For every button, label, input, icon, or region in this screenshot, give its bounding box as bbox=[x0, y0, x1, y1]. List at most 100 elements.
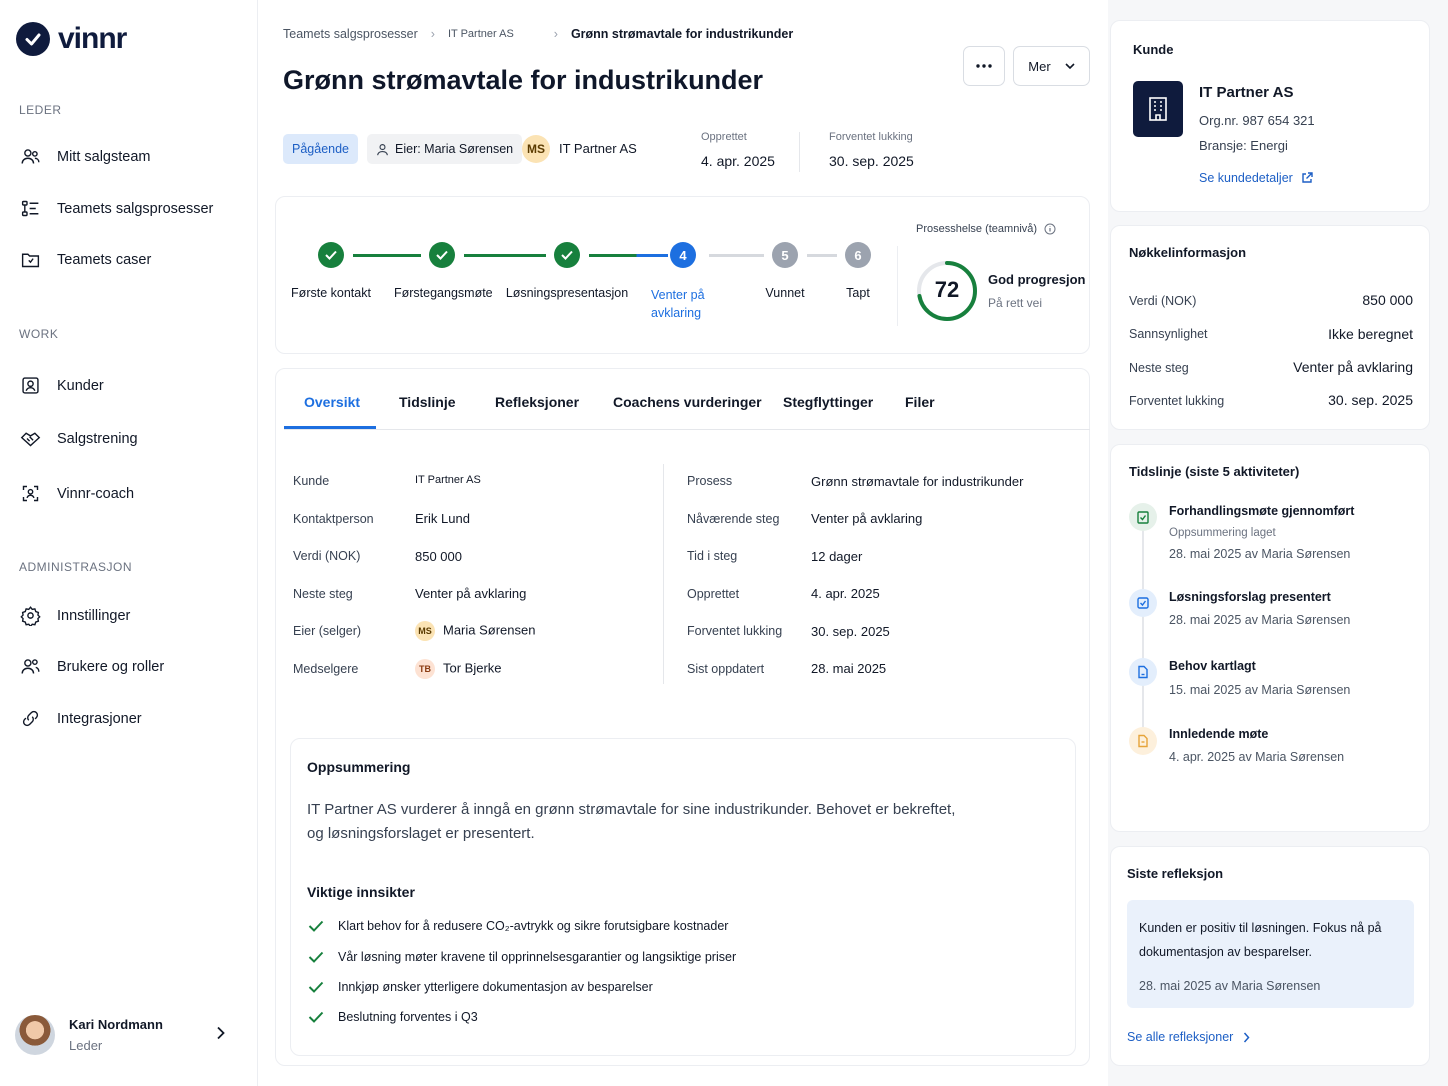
step-6[interactable]: 6 bbox=[845, 242, 871, 268]
chevron-right-icon bbox=[1244, 1032, 1250, 1042]
check-icon bbox=[308, 1011, 324, 1023]
document-icon bbox=[1129, 658, 1157, 686]
health-header: Prosesshelse (teamnivå) bbox=[916, 223, 1056, 235]
sidebar-item-salgstrening[interactable]: Salgstrening bbox=[20, 428, 138, 449]
tab-divider bbox=[284, 429, 1090, 430]
customer-card: Kunde IT Partner AS Org.nr. 987 654 321 … bbox=[1110, 20, 1430, 212]
customer-name[interactable]: IT Partner AS bbox=[559, 141, 637, 156]
health-subtitle: På rett vei bbox=[988, 296, 1043, 310]
coseller-value: TB Tor Bjerke bbox=[415, 659, 502, 679]
all-reflections-link[interactable]: Se alle refleksjoner bbox=[1127, 1030, 1250, 1044]
step-2-done[interactable] bbox=[429, 242, 455, 268]
tab-filer[interactable]: Filer bbox=[905, 394, 935, 410]
insights-title: Viktige innsikter bbox=[307, 884, 415, 900]
kv-value: 850 000 bbox=[415, 549, 462, 564]
folder-icon bbox=[21, 253, 40, 268]
health-title: God progresjon bbox=[988, 272, 1086, 287]
kv-label: Verdi (NOK) bbox=[1129, 294, 1197, 308]
user-role: Leder bbox=[69, 1038, 103, 1053]
sidebar-item-label: Teamets salgsprosesser bbox=[57, 200, 214, 217]
sidebar-item-brukere-og-roller[interactable]: Brukere og roller bbox=[20, 656, 164, 677]
timeline-item-title: Forhandlingsmøte gjennomført bbox=[1169, 504, 1355, 518]
kv-label: Forventet lukking bbox=[1129, 394, 1225, 408]
kv-label: Sannsynlighet bbox=[1129, 327, 1208, 341]
created-label: Opprettet bbox=[701, 131, 747, 143]
breadcrumb-item[interactable]: Teamets salgsprosesser bbox=[283, 27, 418, 41]
link-icon bbox=[22, 710, 39, 727]
step-5[interactable]: 5 bbox=[772, 242, 798, 268]
kv-value: 4. apr. 2025 bbox=[811, 586, 880, 601]
mer-dropdown-button[interactable]: Mer bbox=[1013, 46, 1090, 86]
tab-tidslinje[interactable]: Tidslinje bbox=[399, 394, 456, 410]
chevron-right-icon: › bbox=[553, 27, 558, 41]
kv-value: Venter på avklaring bbox=[811, 511, 923, 526]
kv-label: Kunde bbox=[293, 474, 330, 488]
health-score: 72 bbox=[934, 277, 960, 302]
breadcrumb-current: Grønn strømavtale for industrikunder bbox=[570, 27, 794, 41]
sidebar-item-teamets-caser[interactable]: Teamets caser bbox=[20, 249, 151, 270]
owner-chip[interactable]: Eier: Maria Sørensen bbox=[367, 134, 523, 164]
kv-value: 850 000 bbox=[1362, 292, 1413, 308]
brand-name: vinnr bbox=[58, 22, 127, 55]
step-label: Løsningspresentasjon bbox=[505, 286, 629, 300]
sidebar-item-teamets-salgsprosesser[interactable]: Teamets salgsprosesser bbox=[20, 198, 213, 219]
check-icon bbox=[308, 951, 324, 963]
insight-item: Innkjøp ønsker ytterligere dokumentasjon… bbox=[308, 980, 653, 994]
section-title-leder: LEDER bbox=[19, 103, 62, 117]
kv-value: 12 dager bbox=[811, 549, 863, 564]
right-panel: Kunde IT Partner AS Org.nr. 987 654 321 … bbox=[1108, 0, 1448, 1086]
sidebar-item-label: Kunder bbox=[57, 377, 104, 394]
summary-text-line2: og løsningsforslaget er presentert. bbox=[307, 825, 535, 842]
more-options-button[interactable] bbox=[963, 46, 1005, 86]
step-label: Tapt bbox=[846, 286, 870, 300]
kv-value: 28. mai 2025 bbox=[811, 661, 887, 676]
sidebar-item-vinnr-coach[interactable]: Vinnr-coach bbox=[20, 483, 134, 504]
customer-details-link[interactable]: Se kundedetaljer bbox=[1199, 171, 1313, 185]
sidebar-item-label: Brukere og roller bbox=[57, 658, 165, 675]
kv-label: Prosess bbox=[687, 474, 733, 488]
owner-value: MS Maria Sørensen bbox=[415, 621, 535, 641]
timeline-rail bbox=[1142, 530, 1144, 750]
kv-label: Tid i steg bbox=[687, 549, 738, 563]
sidebar-item-innstillinger[interactable]: Innstillinger bbox=[20, 605, 130, 626]
breadcrumb-item[interactable]: IT Partner AS bbox=[448, 28, 514, 40]
step-connector bbox=[709, 254, 764, 257]
current-user[interactable]: Kari Nordmann Leder bbox=[15, 1012, 235, 1058]
step-label: Første kontakt bbox=[291, 286, 371, 300]
step-3-done[interactable] bbox=[554, 242, 580, 268]
check-icon bbox=[308, 981, 324, 993]
users-icon bbox=[21, 149, 40, 164]
user-name: Kari Nordmann bbox=[69, 1017, 163, 1032]
brand-logo[interactable]: vinnr bbox=[16, 22, 127, 56]
chevron-down-icon bbox=[1065, 62, 1075, 69]
tab-oversikt[interactable]: Oversikt bbox=[304, 394, 360, 410]
timeline-item-meta: 4. apr. 2025 av Maria Sørensen bbox=[1169, 750, 1345, 764]
step-connector bbox=[807, 254, 837, 257]
step-1-done[interactable] bbox=[318, 242, 344, 268]
tab-coachens-vurderinger[interactable]: Coachens vurderinger bbox=[613, 394, 762, 410]
insight-text: Beslutning forventes i Q3 bbox=[338, 1010, 478, 1024]
sidebar-item-kunder[interactable]: Kunder bbox=[20, 375, 104, 396]
page-title: Grønn strømavtale for industrikunder bbox=[283, 65, 764, 95]
kv-label: Neste steg bbox=[293, 587, 353, 601]
note-icon bbox=[1129, 727, 1157, 755]
close-value: 30. sep. 2025 bbox=[829, 153, 914, 169]
ellipsis-icon bbox=[976, 64, 992, 68]
chevron-right-icon: › bbox=[430, 27, 435, 41]
sidebar: vinnr LEDER Mitt salgsteam Teamets salgs… bbox=[0, 0, 258, 1086]
health-label: Prosesshelse (teamnivå) bbox=[916, 223, 1038, 235]
sidebar-item-mitt-salgsteam[interactable]: Mitt salgsteam bbox=[20, 146, 150, 167]
timeline-item-title: Løsningsforslag presentert bbox=[1169, 590, 1331, 604]
tab-refleksjoner[interactable]: Refleksjoner bbox=[495, 394, 579, 410]
step-4-active[interactable]: 4 bbox=[670, 242, 696, 268]
info-icon[interactable] bbox=[1044, 223, 1056, 235]
timeline-item-title: Innledende møte bbox=[1169, 727, 1269, 741]
insight-item: Vår løsning møter kravene til opprinnels… bbox=[308, 950, 736, 964]
kv-label: Medselgere bbox=[293, 662, 359, 676]
tab-stegflyttinger[interactable]: Stegflyttinger bbox=[783, 394, 873, 410]
reflection-title: Siste refleksjon bbox=[1127, 866, 1224, 881]
kv-value: IT Partner AS bbox=[415, 474, 481, 486]
customer-avatar: MS bbox=[522, 135, 550, 163]
sidebar-item-integrasjoner[interactable]: Integrasjoner bbox=[20, 708, 142, 729]
gear-icon bbox=[20, 606, 41, 626]
